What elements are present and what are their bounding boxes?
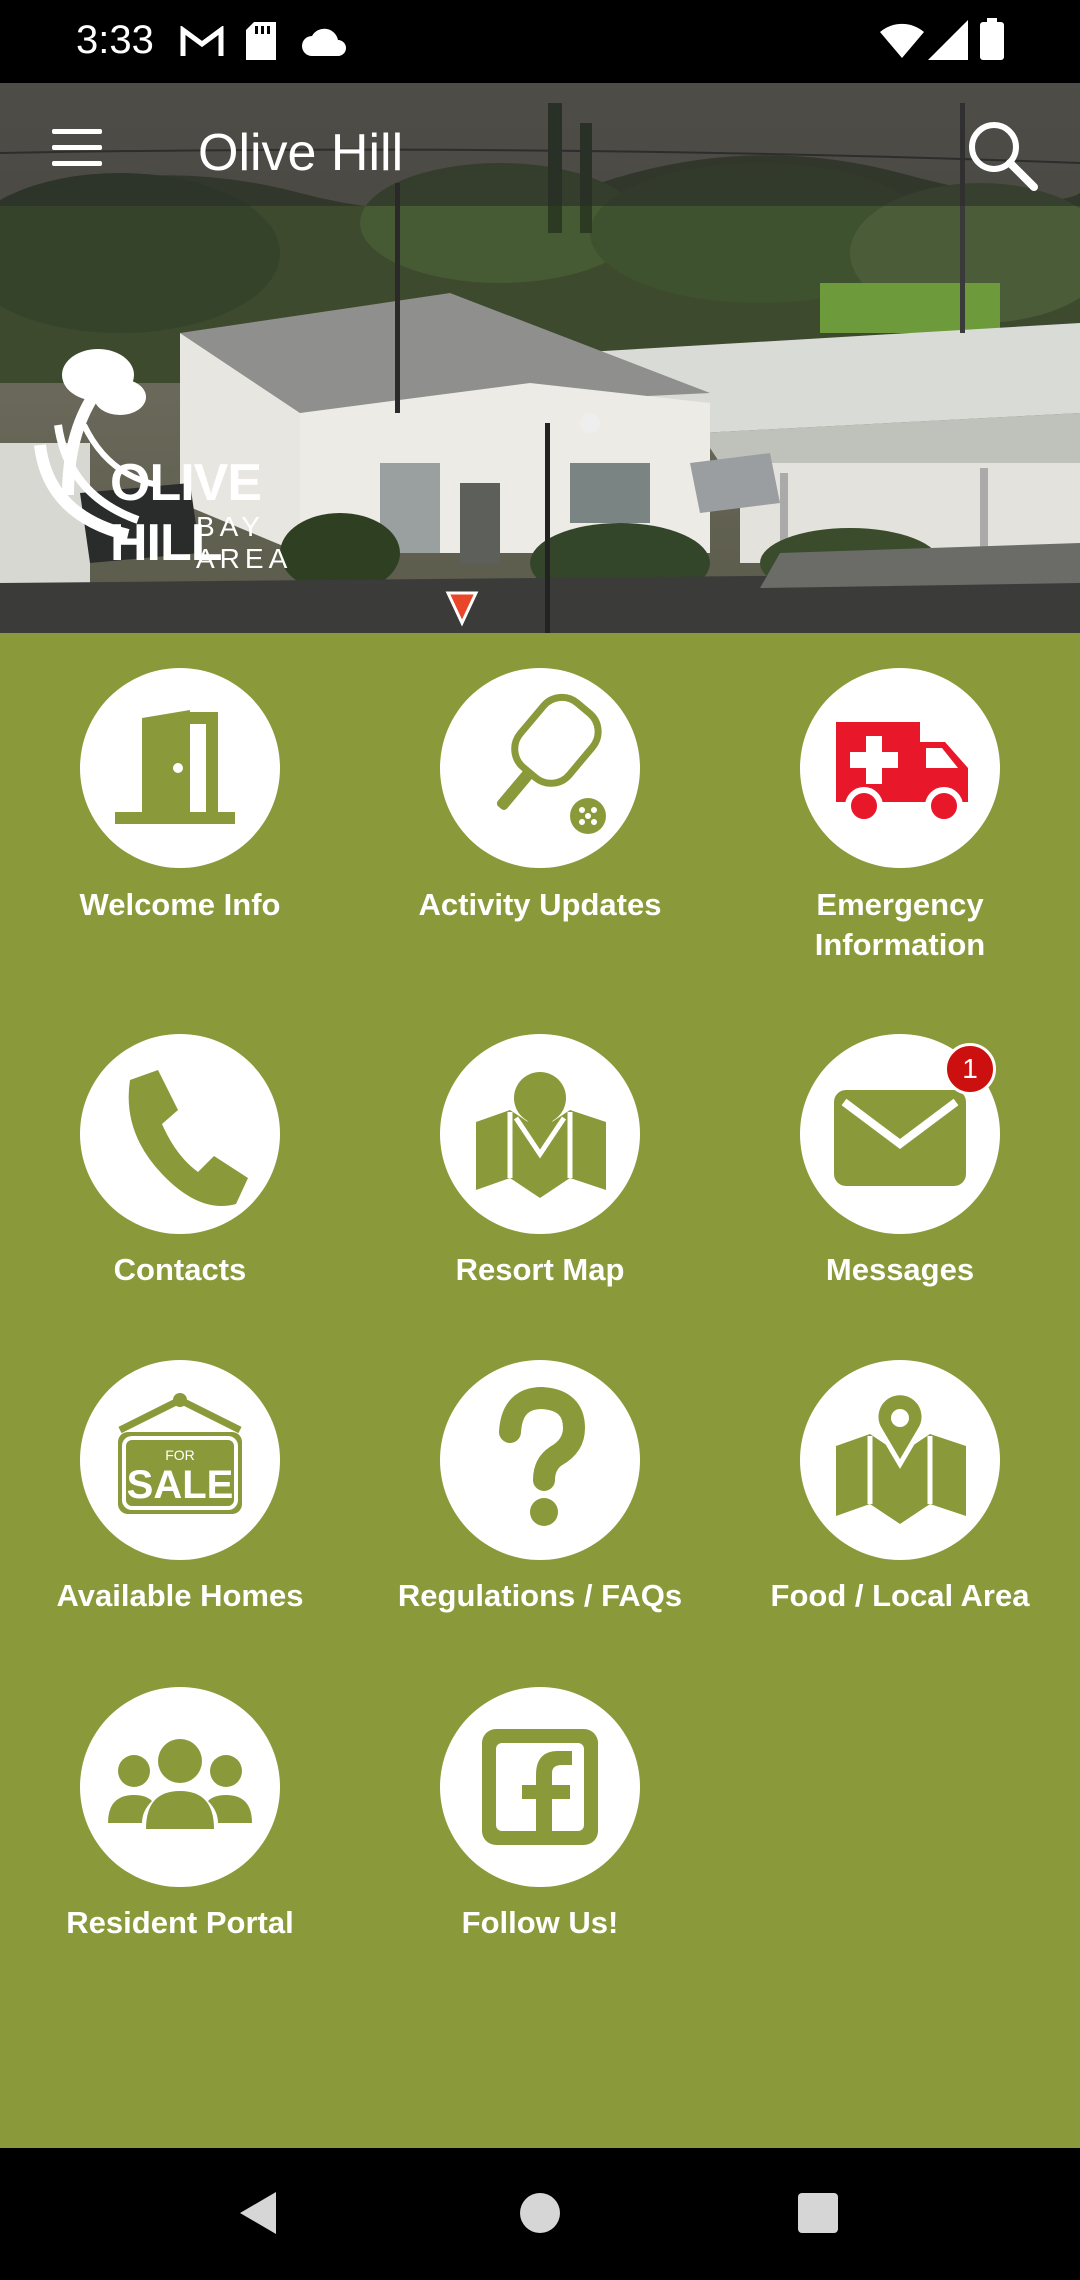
tile-contacts[interactable]: Contacts [0, 1034, 360, 1294]
tile-messages[interactable]: Messages [720, 1034, 1080, 1294]
app-title: Olive Hill [198, 124, 404, 182]
tile-label: Follow Us! [461, 1905, 619, 1940]
status-time: 3:33 [76, 18, 154, 62]
tile-label: Food / Local Area [770, 1578, 1030, 1613]
signal-icon [928, 20, 968, 60]
tile-follow-us[interactable]: Follow Us! [360, 1687, 720, 1947]
back-icon[interactable] [234, 2188, 284, 2238]
sale-sign-main: SALE [127, 1463, 234, 1507]
sd-card-icon [246, 22, 276, 60]
pickleball-paddle-icon [496, 693, 606, 834]
tile-available-homes[interactable]: FOR SALE Available Homes [0, 1360, 360, 1620]
tile-resident-portal[interactable]: Resident Portal [0, 1687, 360, 1947]
tile-label: Welcome Info [79, 887, 281, 922]
olive-hill-logo: OLIVE HILL BAY AREA [28, 345, 348, 574]
tile-label: Resident Portal [66, 1905, 294, 1940]
tile-label: Resort Map [455, 1252, 625, 1287]
tile-resort-map[interactable]: Resort Map [360, 1034, 720, 1294]
for-sale-sign-icon: FOR SALE [118, 1393, 242, 1514]
gmail-icon [180, 26, 224, 56]
tile-welcome-info[interactable]: Welcome Info [0, 668, 360, 968]
map-icon [476, 1072, 606, 1198]
tile-label: Activity Updates [418, 887, 662, 922]
recents-icon[interactable] [796, 2188, 840, 2238]
question-mark-icon [499, 1386, 586, 1526]
group-icon [108, 1739, 252, 1829]
facebook-icon [482, 1729, 598, 1845]
battery-icon [980, 18, 1004, 60]
ambulance-icon [836, 722, 968, 825]
tile-label: Messages [825, 1252, 975, 1287]
app-bar: Olive Hill [0, 83, 1080, 206]
status-bar: 3:33 [0, 0, 1080, 83]
tile-activity-updates[interactable]: Activity Updates [360, 668, 720, 968]
tile-regulations-faqs[interactable]: Regulations / FAQs [360, 1360, 720, 1620]
logo-sub-text: BAY AREA [196, 511, 293, 574]
system-nav-bar [0, 2148, 1080, 2280]
tile-label: Available Homes [56, 1578, 304, 1613]
home-icon[interactable] [516, 2188, 564, 2238]
door-icon [115, 710, 235, 824]
tile-food-local-area[interactable]: Food / Local Area [720, 1360, 1080, 1620]
unread-badge: 1 [944, 1043, 996, 1095]
map-pin-icon [836, 1390, 966, 1524]
tile-label: Emergency Information [814, 887, 986, 962]
tile-emergency-information[interactable]: Emergency Information [720, 668, 1080, 968]
search-icon[interactable] [966, 119, 1038, 191]
hamburger-menu-icon[interactable] [48, 123, 108, 173]
tile-label: Contacts [113, 1252, 247, 1287]
phone-icon [128, 1070, 248, 1206]
sale-sign-top: FOR [165, 1447, 195, 1463]
wifi-icon [880, 23, 924, 58]
tile-label: Regulations / FAQs [397, 1578, 683, 1613]
cloud-icon [302, 28, 346, 56]
